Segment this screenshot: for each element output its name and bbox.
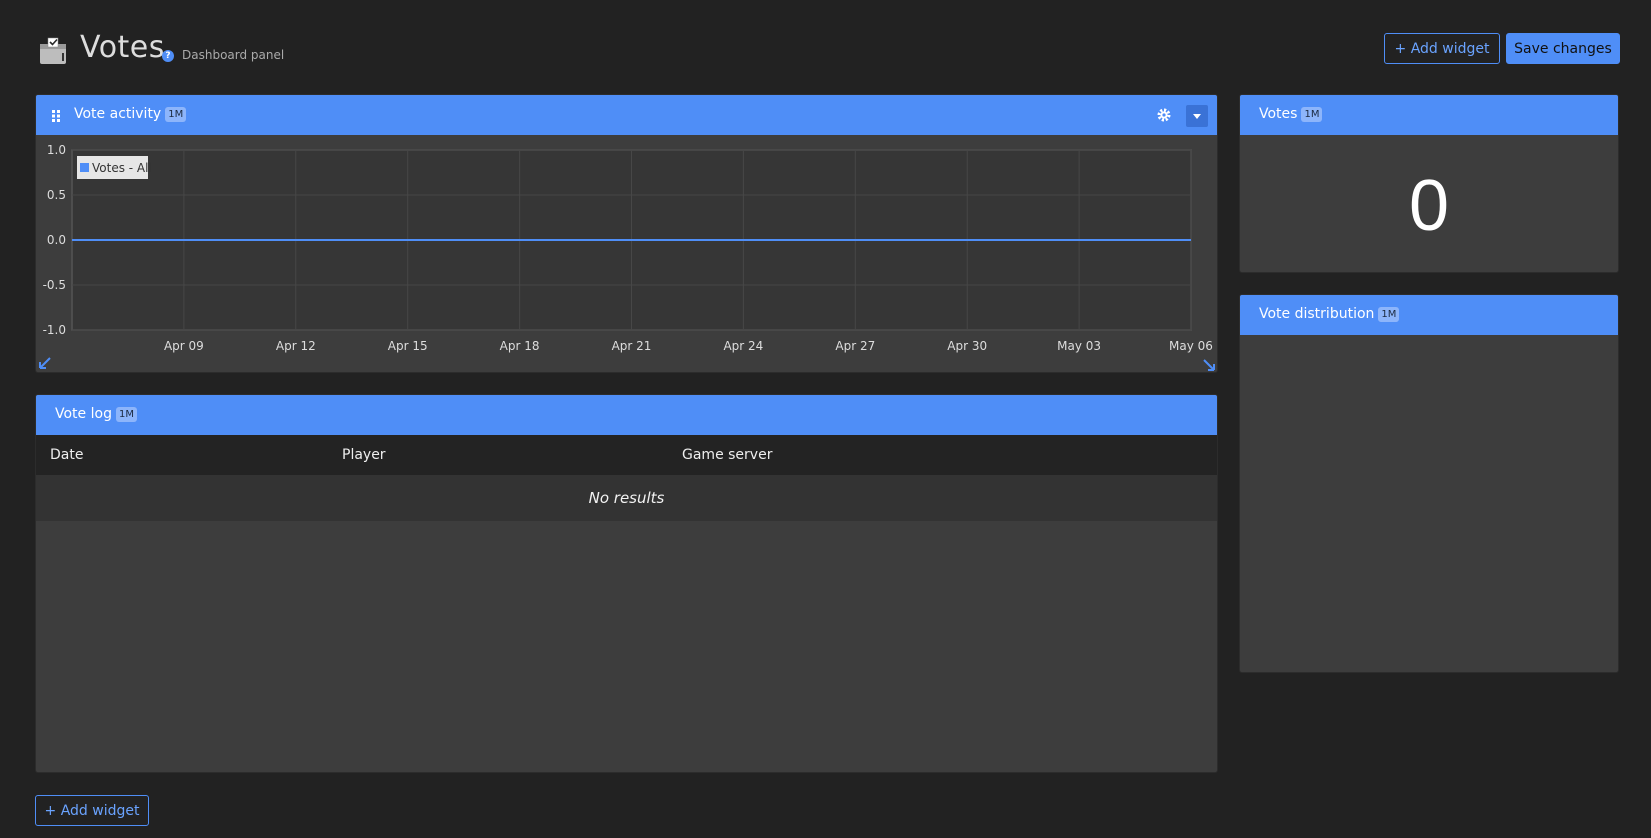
widget-title-text: Vote activity (74, 106, 162, 122)
widget-title: Vote log 1M (55, 406, 137, 422)
empty-results-text: No results (36, 475, 1217, 521)
widget-title-text: Votes (1259, 106, 1298, 122)
vote-distribution-widget: Vote distribution 1M (1239, 294, 1619, 673)
period-badge: 1M (165, 107, 187, 122)
x-tick-label: Apr 18 (500, 339, 540, 353)
x-tick-label: Apr 21 (612, 339, 652, 353)
widget-title: Vote activity 1M (74, 106, 187, 122)
column-header-date[interactable]: Date (36, 435, 328, 475)
widget-header: Vote log 1M (36, 395, 1217, 435)
page-title: Votes (80, 30, 165, 65)
widget-header: Votes 1M (1240, 95, 1618, 135)
resize-handle-icon (39, 357, 51, 369)
y-tick-label: -0.5 (43, 278, 66, 292)
votes-count-widget: Votes 1M 0 (1239, 94, 1619, 273)
resize-handle-icon (1203, 359, 1215, 371)
x-tick-label: Apr 30 (947, 339, 987, 353)
widget-title: Votes 1M (1259, 106, 1323, 122)
x-tick-label: May 06 (1169, 339, 1213, 353)
period-badge: 1M (1378, 307, 1400, 322)
legend-label: Votes - All (92, 161, 152, 175)
drag-handle-icon[interactable] (51, 108, 61, 122)
widget-title-text: Vote log (55, 406, 112, 422)
y-tick-label: -1.0 (43, 323, 66, 337)
vote-log-table: Date Player Game server No results (36, 435, 1217, 521)
add-widget-button[interactable]: + Add widget (1384, 33, 1500, 64)
y-tick-label: 1.0 (47, 143, 66, 157)
help-icon[interactable]: ? (162, 50, 174, 62)
column-header-player[interactable]: Player (328, 435, 668, 475)
page-subtitle: Dashboard panel (182, 48, 285, 62)
widget-menu-dropdown[interactable] (1186, 105, 1208, 127)
x-tick-label: Apr 27 (835, 339, 875, 353)
gear-icon[interactable] (1156, 107, 1172, 123)
ballot-box-icon (38, 36, 68, 66)
x-tick-label: Apr 12 (276, 339, 316, 353)
column-header-game-server[interactable]: Game server (668, 435, 1217, 475)
y-tick-label: 0.5 (47, 188, 66, 202)
table-row: No results (36, 475, 1217, 521)
widget-title: Vote distribution 1M (1259, 306, 1400, 322)
add-widget-bottom-button[interactable]: + Add widget (35, 795, 149, 826)
widget-header: Vote distribution 1M (1240, 295, 1618, 335)
save-changes-button[interactable]: Save changes (1506, 33, 1620, 64)
period-badge: 1M (1301, 107, 1323, 122)
x-tick-label: Apr 15 (388, 339, 428, 353)
x-tick-label: May 03 (1057, 339, 1101, 353)
legend-swatch (80, 163, 89, 172)
widget-header: Vote activity 1M (36, 95, 1217, 135)
vote-activity-widget: Vote activity 1M 1.0 0.5 0.0 -0.5 -1.0 Apr 09 A… (35, 94, 1218, 373)
vote-log-widget: Vote log 1M Date Player Game server No re… (35, 394, 1218, 773)
y-tick-label: 0.0 (47, 233, 66, 247)
widget-title-text: Vote distribution (1259, 306, 1375, 322)
x-tick-label: Apr 09 (164, 339, 204, 353)
x-tick-label: Apr 24 (723, 339, 763, 353)
vote-activity-chart: 1.0 0.5 0.0 -0.5 -1.0 Apr 09 Apr 12 Apr 15 Apr 1… (39, 143, 1215, 371)
period-badge: 1M (115, 407, 137, 422)
votes-count-value: 0 (1408, 166, 1450, 246)
